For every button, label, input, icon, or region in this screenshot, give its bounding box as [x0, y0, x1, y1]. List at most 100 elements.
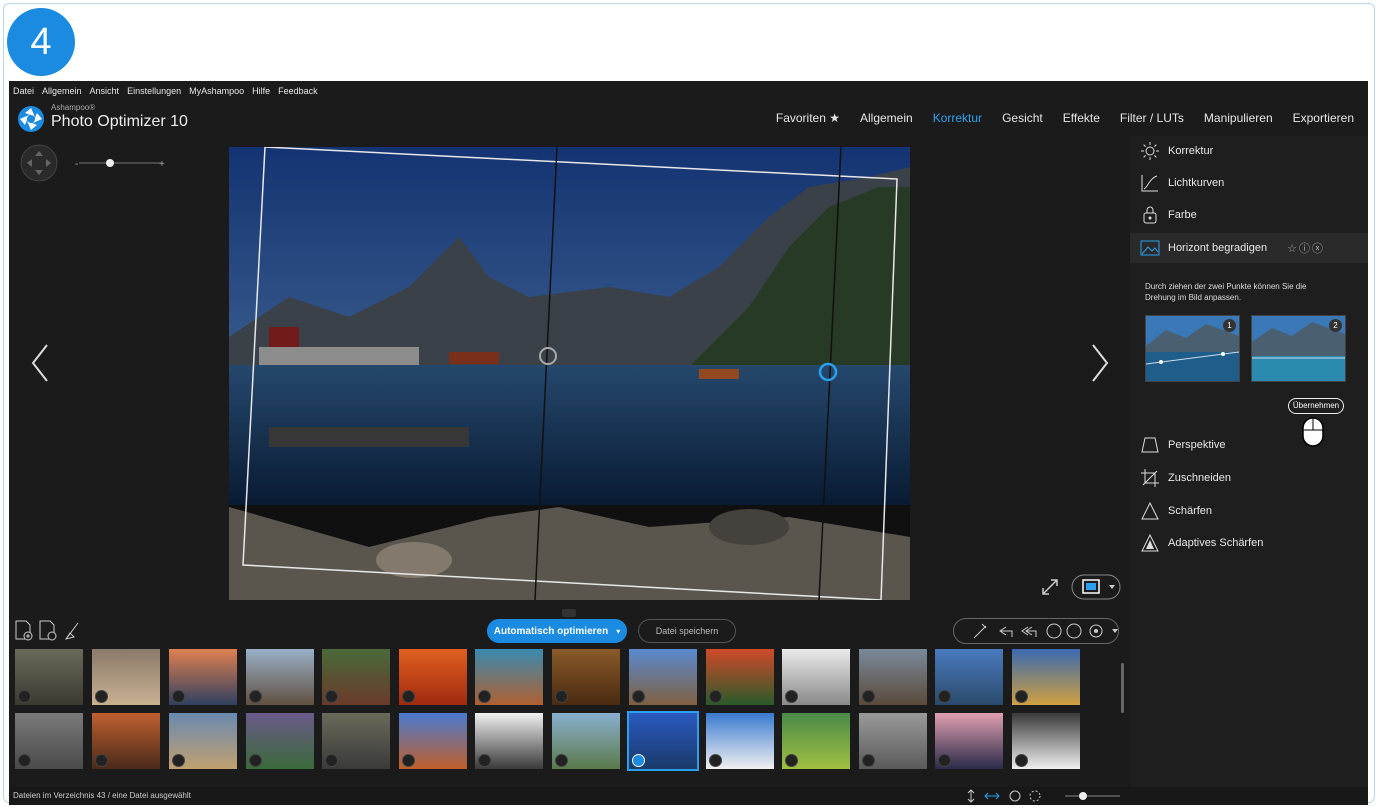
- thumbnail[interactable]: [859, 649, 927, 705]
- panel-item-label: Zuschneiden: [1168, 472, 1231, 484]
- settings-gear-icon[interactable]: [1089, 624, 1103, 638]
- save-file-button[interactable]: Datei speichern: [638, 619, 736, 643]
- edit-tools-group: [953, 618, 1119, 644]
- thumbnail[interactable]: [629, 649, 697, 705]
- thumbnail[interactable]: [475, 713, 543, 769]
- horizon-description: Durch ziehen der zwei Punkte können Sie …: [1145, 282, 1307, 302]
- apply-button[interactable]: Übernehmen: [1288, 398, 1344, 414]
- landscape-icon: [1140, 238, 1160, 258]
- panel-item-label: Adaptives Schärfen: [1168, 537, 1264, 549]
- thumbnail[interactable]: [15, 649, 83, 705]
- thumbnail[interactable]: [169, 713, 237, 769]
- magic-wand-icon[interactable]: [973, 623, 987, 639]
- brand-product: Photo Optimizer 10: [51, 113, 188, 130]
- brand-company: Ashampoo®: [51, 103, 96, 112]
- nav-allgemein[interactable]: Allgemein: [860, 111, 913, 125]
- thumbnail-selected[interactable]: [627, 711, 699, 771]
- thumbnail[interactable]: [246, 713, 314, 769]
- rotate-left-icon[interactable]: [1046, 623, 1062, 639]
- nav-korrektur[interactable]: Korrektur: [933, 111, 982, 125]
- landscape-photo: [229, 147, 910, 600]
- auto-optimize-button[interactable]: Automatisch optimieren ▾: [487, 619, 627, 643]
- svg-text:-: -: [75, 159, 78, 170]
- example-badge: 2: [1329, 319, 1342, 332]
- thumbnail[interactable]: [1012, 713, 1080, 769]
- thumbnail[interactable]: [552, 649, 620, 705]
- add-file-icon[interactable]: [14, 619, 84, 641]
- panel-item-horizont-begradigen[interactable]: Horizont begradigen ☆ⓘⓧ: [1130, 233, 1368, 263]
- thumbnail[interactable]: [92, 649, 160, 705]
- correction-panel: Korrektur Lichtkurven Farbe Horizont beg…: [1130, 136, 1368, 796]
- thumbnail[interactable]: [15, 713, 83, 769]
- thumbnail[interactable]: [322, 713, 390, 769]
- example-badge: 1: [1223, 319, 1236, 332]
- nav-exportieren[interactable]: Exportieren: [1293, 111, 1354, 125]
- auto-optimize-label: Automatisch optimieren: [493, 625, 609, 637]
- svg-text:+: +: [159, 159, 165, 170]
- panel-item-label: Horizont begradigen: [1168, 242, 1268, 254]
- thumbnail[interactable]: [706, 713, 774, 769]
- sharpen-icon: [1140, 501, 1160, 521]
- next-image-arrow-icon[interactable]: [1087, 341, 1113, 385]
- thumbnail[interactable]: [782, 649, 850, 705]
- filmstrip: [9, 647, 1130, 787]
- favorite-help-close-icon[interactable]: ☆ⓘⓧ: [1287, 240, 1325, 256]
- collapse-filmstrip-handle[interactable]: [562, 609, 576, 617]
- thumbnail[interactable]: [782, 713, 850, 769]
- nav-gesicht[interactable]: Gesicht: [1002, 111, 1043, 125]
- panel-item-farbe[interactable]: Farbe: [1130, 200, 1368, 230]
- thumbnail[interactable]: [169, 649, 237, 705]
- thumbnail[interactable]: [552, 713, 620, 769]
- thumbnail[interactable]: [246, 649, 314, 705]
- thumbnail[interactable]: [322, 649, 390, 705]
- check-icon: [632, 754, 645, 767]
- thumbnail[interactable]: [706, 649, 774, 705]
- thumbnail[interactable]: [859, 713, 927, 769]
- panel-item-adaptives-schaerfen[interactable]: Adaptives Schärfen: [1130, 528, 1368, 558]
- nav-filter-luts[interactable]: Filter / LUTs: [1120, 111, 1184, 125]
- previous-image-arrow-icon[interactable]: [27, 341, 53, 385]
- menu-einstellungen[interactable]: Einstellungen: [127, 86, 181, 96]
- adaptive-sharpen-icon: [1140, 533, 1160, 553]
- crop-icon: [1140, 468, 1160, 488]
- panel-item-zuschneiden[interactable]: Zuschneiden: [1130, 463, 1368, 493]
- menu-ansicht[interactable]: Ansicht: [90, 86, 120, 96]
- thumbnail[interactable]: [92, 713, 160, 769]
- panel-item-lichtkurven[interactable]: Lichtkurven: [1130, 168, 1368, 198]
- status-text: Dateien im Verzeichnis 43 / eine Datei a…: [13, 791, 191, 800]
- view-mode-toggle[interactable]: [1071, 574, 1121, 600]
- menu-feedback[interactable]: Feedback: [278, 86, 318, 96]
- nav-favoriten[interactable]: Favoriten ★: [776, 111, 840, 125]
- panel-item-label: Farbe: [1168, 209, 1197, 221]
- chevron-down-icon[interactable]: ▾: [616, 627, 620, 636]
- thumbnail[interactable]: [1012, 649, 1080, 705]
- panel-item-label: Perspektive: [1168, 439, 1226, 451]
- panel-item-perspektive[interactable]: Perspektive: [1130, 430, 1368, 460]
- example-image-1: 1: [1145, 315, 1240, 382]
- menu-myashampoo[interactable]: MyAshampoo: [189, 86, 244, 96]
- thumbnail[interactable]: [399, 713, 467, 769]
- menu-datei[interactable]: Datei: [13, 86, 34, 96]
- panel-item-label: Lichtkurven: [1168, 177, 1225, 189]
- menu-allgemein[interactable]: Allgemein: [42, 86, 82, 96]
- zoom-controls[interactable]: - +: [17, 143, 167, 187]
- fullscreen-icon[interactable]: [1040, 577, 1060, 597]
- undo-all-icon[interactable]: [1021, 626, 1037, 637]
- rotate-right-icon[interactable]: [1066, 623, 1082, 639]
- menu-hilfe[interactable]: Hilfe: [252, 86, 270, 96]
- undo-icon[interactable]: [999, 626, 1013, 637]
- filmstrip-scrollbar[interactable]: [1121, 663, 1124, 713]
- nav-effekte[interactable]: Effekte: [1063, 111, 1100, 125]
- image-canvas[interactable]: [229, 147, 910, 600]
- app-brand: Ashampoo® Photo Optimizer 10: [17, 103, 188, 135]
- panel-item-schaerfen[interactable]: Schärfen: [1130, 496, 1368, 526]
- status-bar: Dateien im Verzeichnis 43 / eine Datei a…: [9, 787, 1368, 805]
- thumbnail[interactable]: [475, 649, 543, 705]
- thumbnail[interactable]: [935, 713, 1003, 769]
- panel-item-korrektur[interactable]: Korrektur: [1130, 136, 1368, 166]
- thumbnail[interactable]: [935, 649, 1003, 705]
- menu-bar: Datei Allgemein Ansicht Einstellungen My…: [9, 81, 1368, 101]
- nav-manipulieren[interactable]: Manipulieren: [1204, 111, 1273, 125]
- thumbnail[interactable]: [399, 649, 467, 705]
- view-controls[interactable]: [965, 789, 1125, 803]
